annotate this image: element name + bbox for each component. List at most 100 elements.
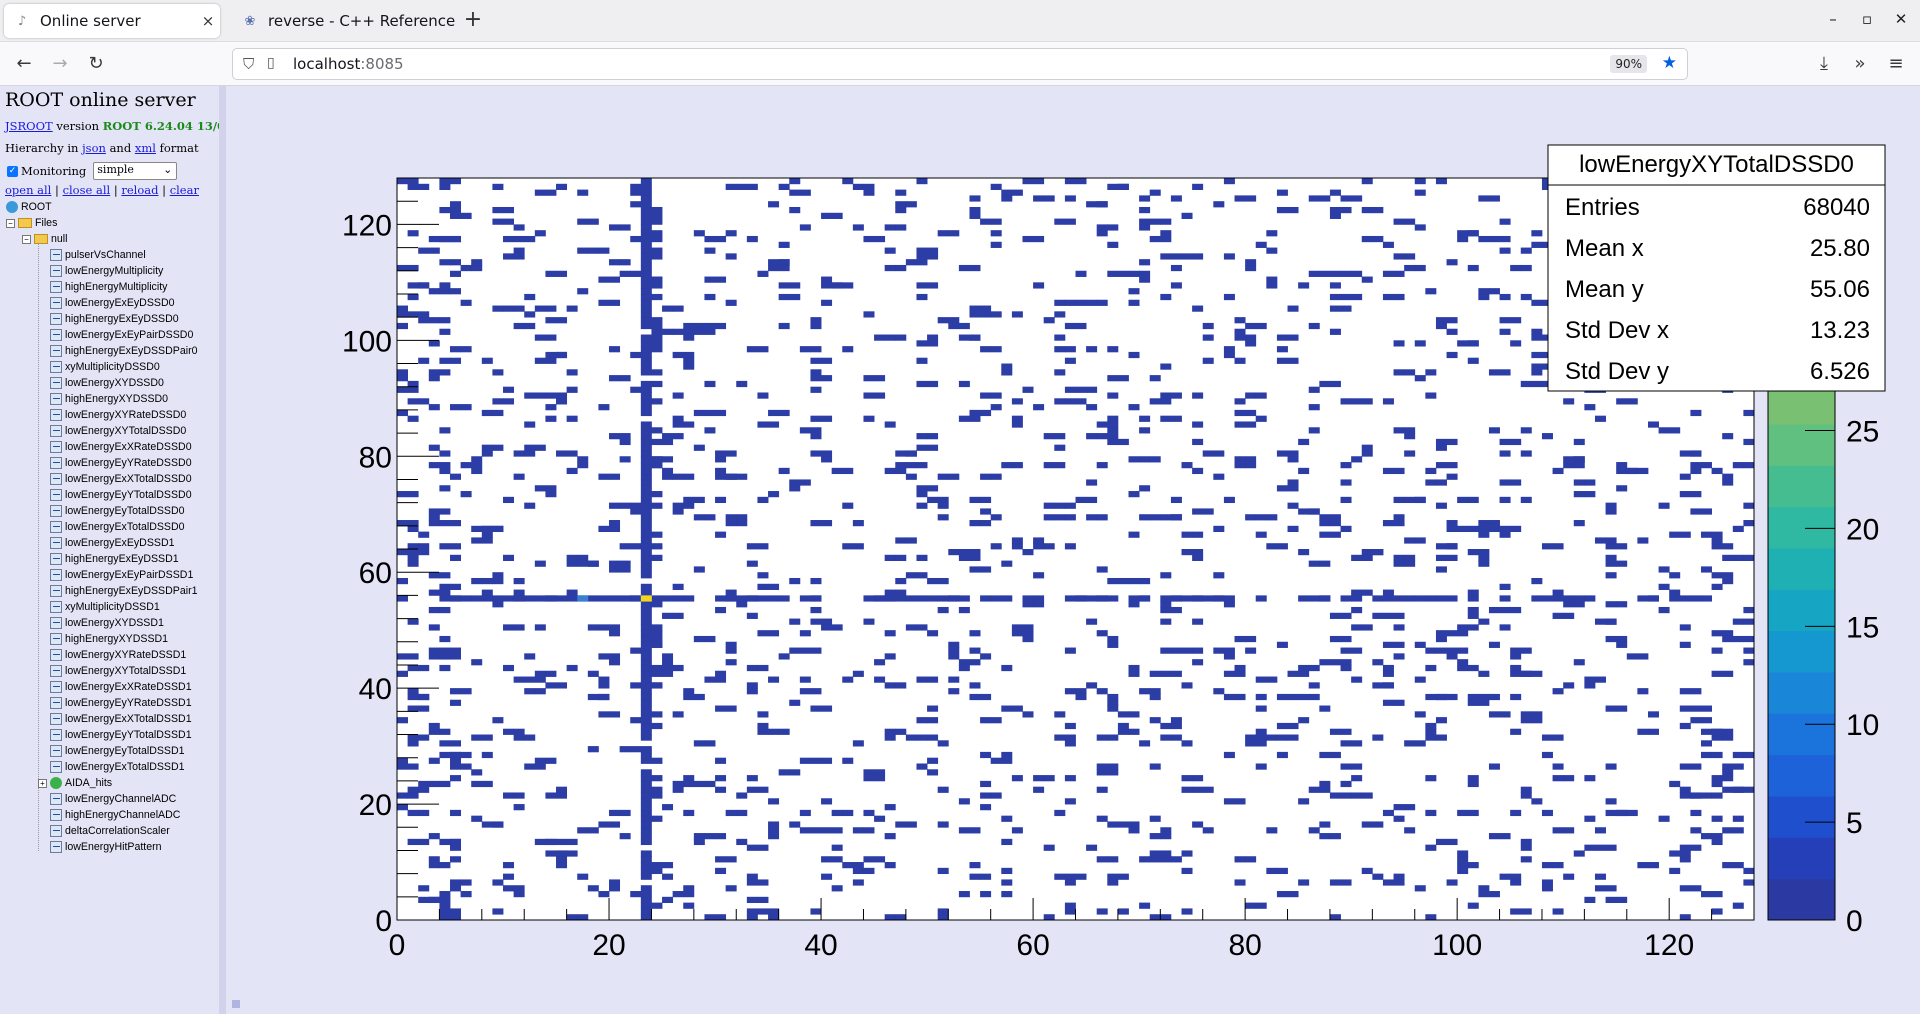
heatmap-bin — [1404, 537, 1416, 544]
heatmap-bin — [1340, 635, 1352, 643]
json-link[interactable]: json — [82, 141, 106, 155]
histogram-canvas[interactable]: 0 20 40 60 80 100 1200204060801001200510152025… — [232, 86, 1920, 1014]
tree-item-lowEnergyEyYRateDSSD1[interactable]: lowEnergyEyYRateDSSD1 — [50, 695, 192, 711]
heatmap-bin — [799, 809, 811, 817]
maximize-button[interactable]: ▫ — [1852, 10, 1882, 32]
page-icon[interactable]: ▯ — [267, 55, 275, 71]
heatmap-bin — [1287, 734, 1299, 741]
tab-cpp-reference[interactable]: ❀ reverse - C++ Reference — [232, 4, 460, 38]
heatmap-bin — [1128, 288, 1140, 295]
tree-item-xyMultiplicityDSSD0[interactable]: xyMultiplicityDSSD0 — [50, 359, 160, 375]
tree-item-lowEnergyExXRateDSSD0[interactable]: lowEnergyExXRateDSSD0 — [50, 439, 192, 455]
monitoring-checkbox[interactable]: ✓ — [7, 165, 18, 177]
tree-item-highEnergyExEyDSSDPair0[interactable]: highEnergyExEyDSSDPair0 — [50, 343, 197, 359]
close-tab-icon[interactable]: × — [196, 12, 220, 30]
tree-item-lowEnergyXYTotalDSSD1[interactable]: lowEnergyXYTotalDSSD1 — [50, 663, 186, 679]
tree-item-lowEnergyExTotalDSSD0[interactable]: lowEnergyExTotalDSSD0 — [50, 519, 185, 535]
tree-item-lowEnergyEyTotalDSSD0[interactable]: lowEnergyEyTotalDSSD0 — [50, 503, 185, 519]
collapse-icon[interactable]: − — [6, 218, 15, 228]
tree-item-deltaCorrelationScaler[interactable]: deltaCorrelationScaler — [50, 823, 170, 839]
expand-icon[interactable]: + — [38, 778, 47, 788]
heatmap-bin — [715, 867, 727, 875]
tree-item-lowEnergyExEyPairDSSD1[interactable]: lowEnergyExEyPairDSSD1 — [50, 567, 193, 583]
zoom-level[interactable]: 90% — [1610, 55, 1647, 73]
tree-item-highEnergyExEyDSSDPair1[interactable]: highEnergyExEyDSSDPair1 — [50, 583, 197, 599]
tree-item-lowEnergyExEyDSSD0[interactable]: lowEnergyExEyDSSD0 — [50, 295, 175, 311]
tree-item-lowEnergyEyTotalDSSD1[interactable]: lowEnergyEyTotalDSSD1 — [50, 743, 185, 759]
tree-files[interactable]: − Files — [6, 215, 57, 231]
tree-item-lowEnergyXYRateDSSD0[interactable]: lowEnergyXYRateDSSD0 — [50, 407, 186, 423]
heatmap-bin — [1605, 763, 1617, 770]
tree-item-label: lowEnergyExEyPairDSSD1 — [65, 569, 194, 581]
heatmap-bin — [1054, 369, 1066, 376]
tree-item-lowEnergyEyYTotalDSSD1[interactable]: lowEnergyEyYTotalDSSD1 — [50, 727, 192, 743]
tree-item-lowEnergyXYDSSD0[interactable]: lowEnergyXYDSSD0 — [50, 375, 164, 391]
download-icon[interactable]: ⤓ — [1810, 51, 1838, 77]
tree-root[interactable]: ROOT — [6, 199, 52, 215]
close-window-button[interactable]: ✕ — [1886, 10, 1916, 32]
tab-online-server[interactable]: ♪ Online server × — [4, 4, 220, 38]
heatmap-bin — [1743, 618, 1755, 625]
tree-aida-hits[interactable]: + AIDA_hits — [38, 775, 112, 791]
heatmap-bin — [1022, 711, 1034, 718]
heatmap-bin — [640, 688, 652, 695]
tree-item-lowEnergyExEyPairDSSD0[interactable]: lowEnergyExEyPairDSSD0 — [50, 327, 193, 343]
tree-item-pulserVsChannel[interactable]: pulserVsChannel — [50, 247, 146, 263]
heatmap-bin — [1308, 386, 1320, 393]
heatmap-bin — [1107, 635, 1119, 643]
clear-link[interactable]: clear — [170, 183, 199, 197]
jsroot-link[interactable]: JSROOT — [5, 119, 53, 133]
tree-item-lowEnergyEyYTotalDSSD0[interactable]: lowEnergyEyYTotalDSSD0 — [50, 487, 192, 503]
close-all-link[interactable]: close all — [63, 183, 111, 197]
shield-icon[interactable]: ⛉ — [243, 55, 254, 73]
heatmap-bin — [1096, 734, 1108, 741]
heatmap-bin — [736, 520, 748, 527]
monitoring-select[interactable]: simple ⌄ — [93, 162, 178, 180]
menu-icon[interactable]: ≡ — [1882, 51, 1910, 77]
minimize-button[interactable]: – — [1818, 10, 1848, 32]
heatmap-bin — [1107, 427, 1119, 434]
tree-item-lowEnergyExEyDSSD1[interactable]: lowEnergyExEyDSSD1 — [50, 535, 175, 551]
url-text[interactable]: localhost:8085 — [293, 55, 404, 73]
tree-item-highEnergyMultiplicity[interactable]: highEnergyMultiplicity — [50, 279, 167, 295]
heatmap-bin — [630, 386, 642, 393]
new-tab-button[interactable]: + — [460, 8, 486, 34]
tree-item-lowEnergyMultiplicity[interactable]: lowEnergyMultiplicity — [50, 263, 163, 279]
heatmap-bin — [895, 914, 907, 921]
tree-item-lowEnergyXYRateDSSD1[interactable]: lowEnergyXYRateDSSD1 — [50, 647, 186, 663]
xml-link[interactable]: xml — [135, 141, 156, 155]
heatmap-bin — [980, 693, 992, 701]
tree-item-highEnergyXYDSSD1[interactable]: highEnergyXYDSSD1 — [50, 631, 168, 647]
overflow-icon[interactable]: » — [1846, 51, 1874, 77]
collapse-icon[interactable]: − — [22, 234, 31, 244]
tree-item-lowEnergyHitPattern[interactable]: lowEnergyHitPattern — [50, 839, 162, 855]
tree-item-lowEnergyExXTotalDSSD1[interactable]: lowEnergyExXTotalDSSD1 — [50, 711, 192, 727]
reload-icon[interactable]: ↻ — [82, 51, 110, 77]
tree-item-lowEnergyEyYRateDSSD0[interactable]: lowEnergyEyYRateDSSD0 — [50, 455, 192, 471]
back-icon[interactable]: ← — [10, 51, 38, 77]
tree-null[interactable]: − null — [22, 231, 68, 247]
tree-item-highEnergyExEyDSSD1[interactable]: highEnergyExEyDSSD1 — [50, 551, 179, 567]
tree-item-lowEnergyExXTotalDSSD0[interactable]: lowEnergyExXTotalDSSD0 — [50, 471, 192, 487]
tree-item-highEnergyXYDSSD0[interactable]: highEnergyXYDSSD0 — [50, 391, 168, 407]
tree-item-lowEnergyExTotalDSSD1[interactable]: lowEnergyExTotalDSSD1 — [50, 759, 185, 775]
resize-handle[interactable] — [232, 1000, 240, 1008]
url-bar[interactable]: ⛉ ▯ localhost:8085 90% ★ — [232, 48, 1688, 80]
bookmark-star-icon[interactable]: ★ — [1662, 53, 1677, 73]
heatmap-bin — [969, 647, 981, 654]
forward-icon[interactable]: → — [46, 51, 74, 77]
tree-item-xyMultiplicityDSSD1[interactable]: xyMultiplicityDSSD1 — [50, 599, 160, 615]
tree-item-highEnergyChannelADC[interactable]: highEnergyChannelADC — [50, 807, 180, 823]
heatmap-bin — [545, 404, 557, 411]
tree-item-lowEnergyChannelADC[interactable]: lowEnergyChannelADC — [50, 791, 176, 807]
tree-item-lowEnergyExXRateDSSD1[interactable]: lowEnergyExXRateDSSD1 — [50, 679, 192, 695]
heatmap-bin — [1096, 763, 1108, 770]
tree-item-highEnergyExEyDSSD0[interactable]: highEnergyExEyDSSD0 — [50, 311, 179, 327]
tree-item-lowEnergyXYDSSD1[interactable]: lowEnergyXYDSSD1 — [50, 615, 164, 631]
open-all-link[interactable]: open all — [5, 183, 51, 197]
heatmap-bin — [1340, 595, 1352, 602]
tree-item-lowEnergyXYTotalDSSD0[interactable]: lowEnergyXYTotalDSSD0 — [50, 423, 186, 439]
heatmap-bin — [640, 508, 652, 515]
x-tick-label: 20 — [592, 929, 625, 962]
reload-link[interactable]: reload — [121, 183, 158, 197]
